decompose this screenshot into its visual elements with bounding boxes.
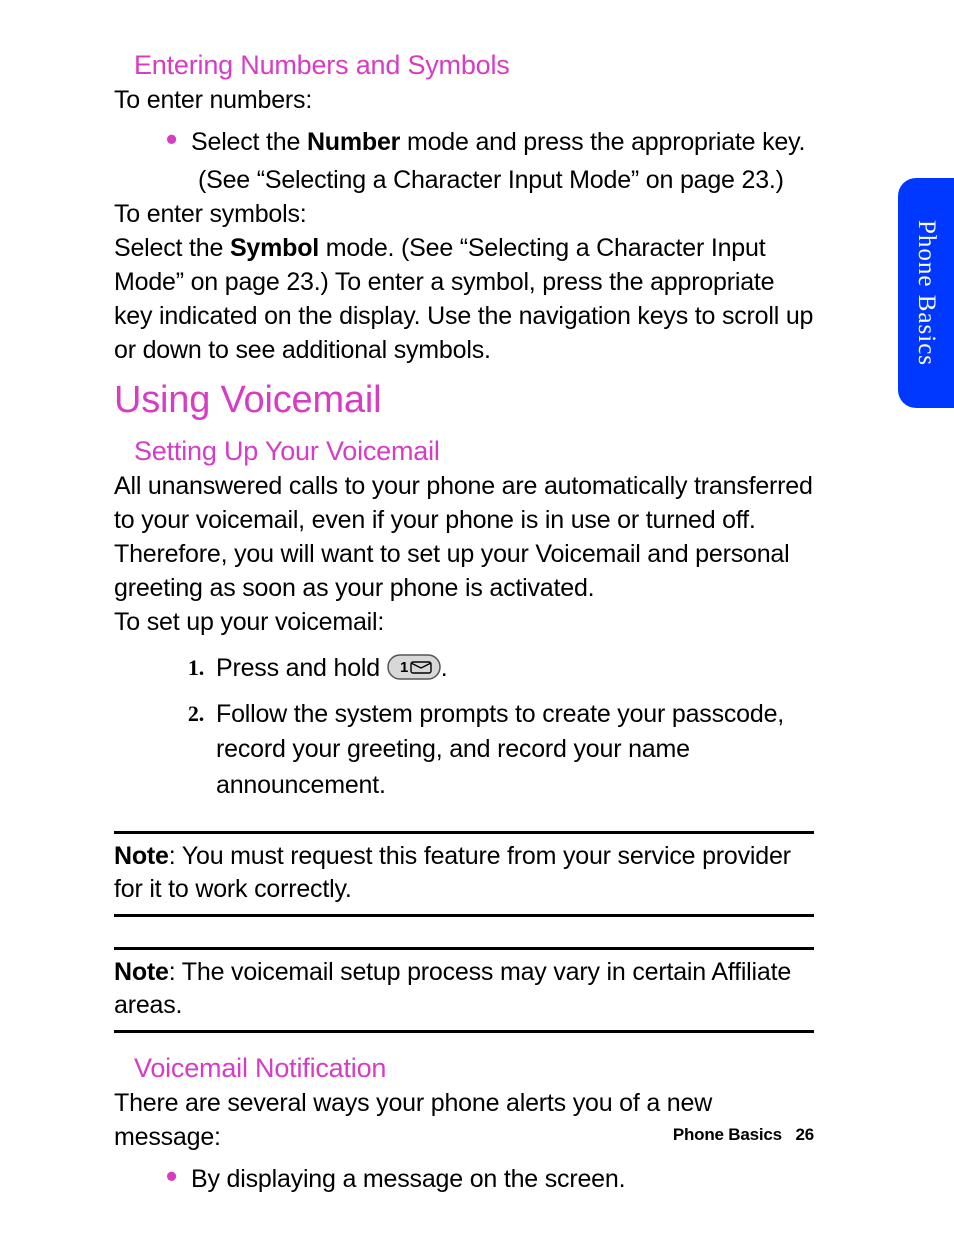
side-tab-phone-basics: Phone Basics xyxy=(898,178,954,408)
bullet-icon: • xyxy=(166,1166,177,1186)
bullet-item: • By displaying a message on the screen. xyxy=(166,1162,814,1196)
footer-section: Phone Basics xyxy=(673,1125,782,1144)
note-label: Note xyxy=(114,958,169,986)
key-1-voicemail-icon: 1 xyxy=(387,654,441,691)
step-text: Follow the system prompts to create your… xyxy=(216,697,814,804)
bullet-icon: • xyxy=(166,129,177,149)
text-enter-symbols-intro: To enter symbols: xyxy=(114,197,814,231)
note-text: : You must request this feature from you… xyxy=(114,842,791,903)
heading-voicemail-notification: Voicemail Notification xyxy=(134,1053,814,1084)
bullet-text: Select the Number mode and press the app… xyxy=(191,125,805,159)
footer-page-number: 26 xyxy=(795,1125,814,1144)
note-block: Note: The voicemail setup process may va… xyxy=(114,947,814,1033)
step-row: 1. Press and hold 1 . xyxy=(176,651,814,691)
page-footer: Phone Basics 26 xyxy=(673,1125,814,1145)
text-enter-symbols-body: Select the Symbol mode. (See “Selecting … xyxy=(114,231,814,367)
note-label: Note xyxy=(114,842,169,870)
side-tab-label: Phone Basics xyxy=(912,220,940,366)
heading-entering-numbers: Entering Numbers and Symbols xyxy=(134,50,814,81)
note-block: Note: You must request this feature from… xyxy=(114,831,814,917)
bullet-text: By displaying a message on the screen. xyxy=(191,1162,625,1196)
note-text: : The voicemail setup process may vary i… xyxy=(114,958,791,1019)
step-number: 1. xyxy=(176,651,204,684)
step-text: Press and hold 1 . xyxy=(216,651,814,691)
heading-using-voicemail: Using Voicemail xyxy=(114,379,814,422)
step-row: 2. Follow the system prompts to create y… xyxy=(176,697,814,804)
heading-setting-up-voicemail: Setting Up Your Voicemail xyxy=(134,436,814,467)
step-number: 2. xyxy=(176,697,204,730)
bullet-item: • Select the Number mode and press the a… xyxy=(166,125,814,159)
text-setup-intro: To set up your voicemail: xyxy=(114,605,814,639)
page-content: Entering Numbers and Symbols To enter nu… xyxy=(0,0,954,1196)
bullet-subtext: (See “Selecting a Character Input Mode” … xyxy=(198,163,814,197)
svg-text:1: 1 xyxy=(400,659,408,676)
text-enter-numbers-intro: To enter numbers: xyxy=(114,83,814,117)
text-setup-body: All unanswered calls to your phone are a… xyxy=(114,469,814,605)
